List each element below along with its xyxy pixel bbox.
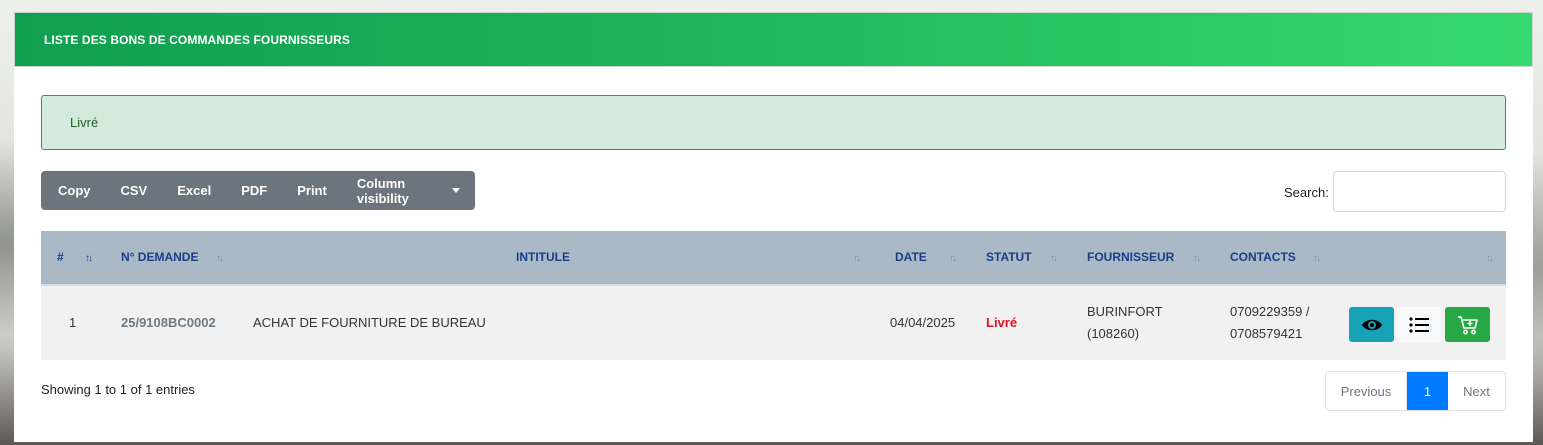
table-row: 1 25/9108BC0002 ACHAT DE FOURNITURE DE B… (41, 286, 1506, 360)
card-header: LISTE DES BONS DE COMMANDES FOURNISSEURS (14, 12, 1533, 67)
cell-fournisseur-name: BURINFORT (1087, 304, 1163, 319)
csv-button[interactable]: CSV (106, 171, 163, 210)
cell-date: 04/04/2025 (890, 315, 956, 330)
header-fournisseur[interactable]: FOURNISSEUR (1087, 250, 1174, 264)
previous-page-button[interactable]: Previous (1326, 372, 1407, 410)
header-intitule[interactable]: INTITULE (516, 250, 570, 264)
sort-icon[interactable]: ↑↓ (1193, 253, 1201, 264)
header-contacts[interactable]: CONTACTS (1230, 250, 1296, 264)
caret-down-icon (452, 188, 460, 193)
orders-card: LISTE DES BONS DE COMMANDES FOURNISSEURS… (14, 12, 1533, 442)
table-info: Showing 1 to 1 of 1 entries (41, 382, 195, 397)
page-1-button[interactable]: 1 (1407, 372, 1448, 410)
cell-contacts-line1: 0709229359 / (1230, 304, 1310, 319)
column-visibility-label: Column visibility (356, 175, 409, 206)
list-icon (1409, 316, 1429, 333)
copy-button[interactable]: Copy (41, 171, 106, 210)
print-button[interactable]: Print (282, 171, 342, 210)
cell-demande[interactable]: 25/9108BC0002 (121, 315, 216, 330)
header-num[interactable]: # (57, 250, 64, 264)
column-visibility-button[interactable]: Column visibility (342, 171, 475, 210)
search-input[interactable] (1333, 171, 1506, 212)
sort-icon[interactable]: ↑↓ (949, 253, 957, 264)
cell-fournisseur-code: (108260) (1087, 326, 1140, 341)
details-list-button[interactable] (1397, 307, 1441, 342)
sort-icon[interactable]: ↑↓ (1050, 253, 1058, 264)
cell-contacts-line2: 0708579421 (1230, 326, 1303, 341)
sort-icon[interactable]: ↑↓ (216, 253, 224, 264)
next-page-button[interactable]: Next (1448, 372, 1505, 410)
search-label: Search: (1284, 185, 1329, 200)
alert-text: Livré (70, 115, 99, 130)
export-button-group: Copy CSV Excel PDF Print Column visibili… (41, 171, 475, 210)
status-alert: Livré (41, 95, 1506, 150)
pdf-button[interactable]: PDF (226, 171, 282, 210)
header-date[interactable]: DATE (895, 250, 927, 264)
pagination: Previous 1 Next (1325, 371, 1506, 411)
cart-plus-icon (1457, 315, 1478, 334)
cell-intitule: ACHAT DE FOURNITURE DE BUREAU (253, 315, 486, 330)
sort-icon[interactable]: ↑↓ (1313, 253, 1321, 264)
sort-icon[interactable]: ↑↓ (1486, 253, 1494, 264)
orders-table: # ↑↓ N° DEMANDE ↑↓ INTITULE ↑↓ DATE ↑↓ S… (41, 231, 1506, 360)
table-header-row: # ↑↓ N° DEMANDE ↑↓ INTITULE ↑↓ DATE ↑↓ S… (41, 231, 1506, 286)
cell-num: 1 (69, 315, 77, 330)
status-badge: Livré (986, 315, 1018, 330)
eye-icon (1361, 319, 1382, 330)
excel-button[interactable]: Excel (162, 171, 226, 210)
sort-icon[interactable]: ↑↓ (853, 253, 861, 264)
card-title: LISTE DES BONS DE COMMANDES FOURNISSEURS (44, 33, 351, 47)
receive-order-button[interactable] (1445, 307, 1490, 342)
view-button[interactable] (1349, 307, 1394, 342)
header-statut[interactable]: STATUT (986, 250, 1032, 264)
header-demande[interactable]: N° DEMANDE (121, 250, 198, 264)
sort-asc-icon[interactable]: ↑↓ (85, 253, 93, 264)
